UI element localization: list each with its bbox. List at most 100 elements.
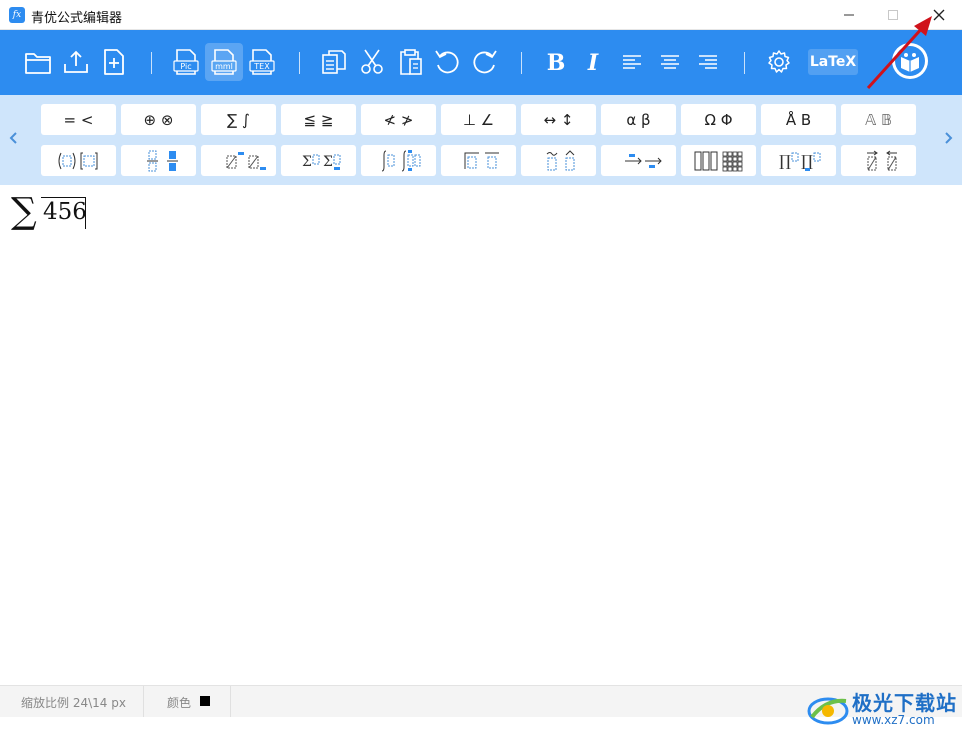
annotation-arrow-icon	[866, 16, 932, 90]
color-swatch[interactable]	[200, 696, 210, 706]
svg-text:Σ: Σ	[323, 154, 333, 170]
gear-icon	[768, 50, 790, 73]
toolbar-separator	[299, 52, 300, 74]
matrix-template-button[interactable]	[681, 145, 756, 176]
title-bar: fx 青优公式编辑器	[0, 0, 962, 30]
greek-uppercase-button[interactable]: Ω Φ	[681, 104, 756, 135]
svg-text:Σ: Σ	[302, 154, 312, 170]
export-mml-button[interactable]: mml	[205, 43, 243, 81]
accent-template-icon	[546, 149, 574, 170]
tex-file-icon: TEX	[249, 49, 275, 75]
sum-template-button[interactable]: Σ Σ	[281, 145, 356, 176]
greek-lowercase-button[interactable]: α β	[601, 104, 676, 135]
labeled-arrow-icon	[624, 153, 662, 168]
watermark-logo-icon	[807, 697, 849, 725]
fraction-template-button[interactable]	[121, 145, 196, 176]
status-divider	[143, 686, 144, 718]
geometry-symbols-button[interactable]: ⊥ ∠	[441, 104, 516, 135]
align-center-button[interactable]	[651, 43, 689, 81]
new-file-button[interactable]	[95, 43, 133, 81]
mml-file-icon: mml	[211, 49, 237, 75]
svg-text:∏: ∏	[779, 152, 791, 170]
upload-icon	[64, 50, 88, 73]
special-letters-button[interactable]: Å B	[761, 104, 836, 135]
fence-template-button[interactable]	[41, 145, 116, 176]
window-title: 青优公式编辑器	[31, 11, 123, 26]
color-label: 颜色	[167, 696, 192, 710]
toolbar-separator	[151, 52, 152, 74]
scissors-icon	[361, 49, 383, 74]
bold-button[interactable]: B	[537, 43, 575, 81]
export-tex-button[interactable]: TEX	[243, 43, 281, 81]
copy-button[interactable]	[315, 43, 353, 81]
latex-button[interactable]: LaTeX	[808, 49, 858, 75]
italic-button[interactable]: I	[574, 43, 612, 81]
minimize-icon	[844, 14, 854, 16]
script-template-button[interactable]	[201, 145, 276, 176]
align-right-icon	[699, 55, 717, 69]
align-left-button[interactable]	[613, 43, 651, 81]
align-left-icon	[623, 55, 641, 69]
align-center-icon	[661, 55, 679, 69]
clipboard-icon	[400, 49, 422, 75]
svg-text:∏: ∏	[801, 152, 813, 170]
toolbar-separator	[521, 52, 522, 74]
operator-symbols-button[interactable]: ⊕ ⊗	[121, 104, 196, 135]
product-template-button[interactable]: ∏ ∏	[761, 145, 836, 176]
undo-button[interactable]	[428, 43, 466, 81]
formula-text: 456	[43, 199, 87, 225]
export-pic-button[interactable]: Pic	[167, 43, 205, 81]
arrow-template-button[interactable]	[601, 145, 676, 176]
status-divider	[230, 686, 231, 718]
chevron-left-icon	[9, 132, 17, 144]
svg-text:TEX: TEX	[253, 62, 270, 71]
bar-template-button[interactable]	[441, 145, 516, 176]
settings-button[interactable]	[760, 43, 798, 81]
open-file-button[interactable]	[19, 43, 57, 81]
zoom-level: 缩放比例 24\14 px	[21, 696, 126, 710]
bold-icon: B	[547, 50, 566, 76]
product-template-icon: ∏ ∏	[779, 152, 820, 171]
palette-next-button[interactable]	[942, 131, 956, 151]
superscript-subscript-icon	[226, 151, 266, 170]
new-file-icon	[104, 49, 124, 75]
arrow-symbols-button[interactable]: ↔ ↕	[521, 104, 596, 135]
app-icon: fx	[9, 7, 25, 23]
svg-text:B: B	[547, 50, 566, 76]
italic-icon: I	[587, 50, 599, 76]
inequality-symbols-button[interactable]: ≦ ≧	[281, 104, 356, 135]
export-button[interactable]	[57, 43, 95, 81]
svg-text:mml: mml	[215, 62, 233, 71]
integral-template-icon	[381, 149, 420, 171]
matrix-icon	[694, 151, 742, 171]
watermark-url: www.xz7.com	[852, 713, 935, 727]
redo-button[interactable]	[466, 43, 504, 81]
toolbar-separator	[744, 52, 745, 74]
vector-arrow-icon	[866, 150, 897, 170]
fraction-icon	[146, 150, 178, 171]
folder-icon	[25, 53, 51, 74]
watermark-title: 极光下载站	[852, 691, 957, 715]
align-right-button[interactable]	[689, 43, 727, 81]
vector-template-button[interactable]	[841, 145, 916, 176]
summation-symbol: ∑	[11, 191, 37, 232]
accent-template-button[interactable]	[521, 145, 596, 176]
paste-button[interactable]	[391, 43, 429, 81]
symbol-palette: = < ⊕ ⊗ ∑ ∫ ≦ ≧ ≮ ≯ ⊥ ∠ ↔ ↕ α β Ω Φ Å B …	[0, 95, 962, 185]
relation-symbols-button[interactable]: = <	[41, 104, 116, 135]
svg-text:I: I	[587, 50, 599, 76]
palette-prev-button[interactable]	[6, 131, 20, 151]
cut-button[interactable]	[353, 43, 391, 81]
integral-template-button[interactable]	[361, 145, 436, 176]
undo-icon	[435, 50, 459, 74]
summation-template-icon: Σ Σ	[302, 154, 340, 170]
big-operator-symbols-button[interactable]: ∑ ∫	[201, 104, 276, 135]
negated-relation-symbols-button[interactable]: ≮ ≯	[361, 104, 436, 135]
svg-text:Pic: Pic	[180, 62, 191, 71]
watermark: 极光下载站 www.xz7.com	[806, 683, 962, 735]
fence-template-icon	[58, 152, 97, 169]
overline-template-icon	[464, 152, 499, 169]
redo-icon	[473, 50, 497, 74]
formula-editor[interactable]: ∑ 456	[0, 185, 962, 685]
double-struck-letters-button[interactable]: 𝔸 𝔹	[841, 104, 916, 135]
